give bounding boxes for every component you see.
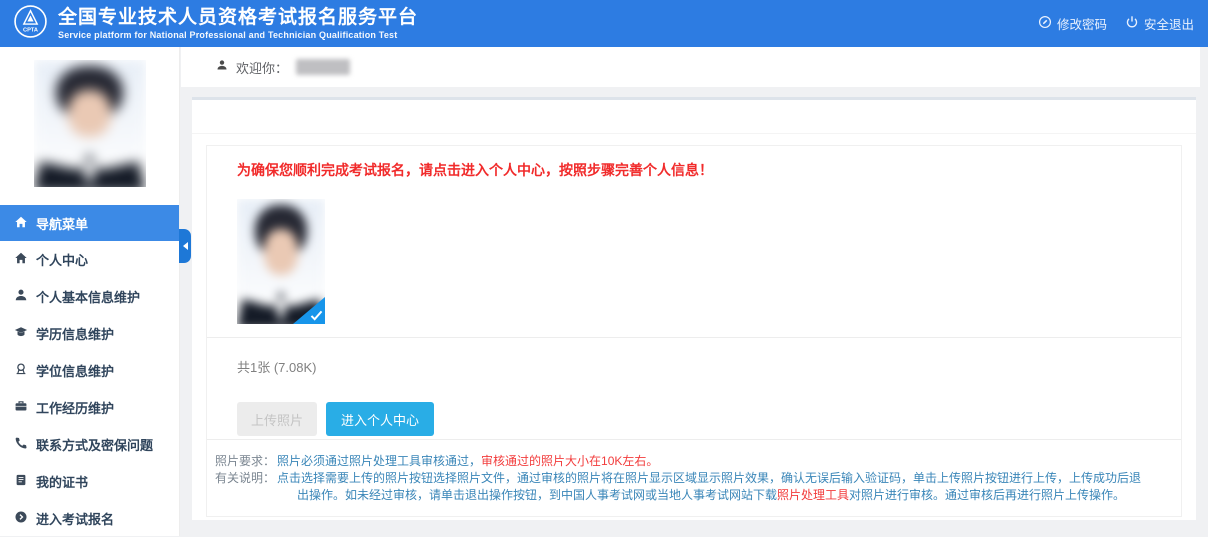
- app-subtitle: Service platform for National Profession…: [58, 30, 418, 40]
- app-header: CPTA 全国专业技术人员资格考试报名服务平台 Service platform…: [0, 0, 1208, 47]
- sidebar-item-label: 联系方式及密保问题: [36, 435, 153, 454]
- enter-arrow-icon: [14, 510, 28, 527]
- upload-photo-button[interactable]: 上传照片: [237, 402, 317, 436]
- username-redacted: [296, 59, 350, 75]
- house-icon: [14, 251, 28, 268]
- header-actions: 修改密码 安全退出: [1038, 14, 1194, 33]
- svg-text:CPTA: CPTA: [23, 27, 38, 33]
- change-password-button[interactable]: 修改密码: [1038, 14, 1107, 33]
- enter-personal-center-button[interactable]: 进入个人中心: [326, 402, 434, 436]
- uploaded-photo-thumbnail[interactable]: [237, 199, 325, 324]
- change-password-label: 修改密码: [1057, 14, 1107, 33]
- home-icon: [14, 215, 28, 232]
- sidebar-item-label: 工作经历维护: [36, 398, 114, 417]
- sidebar-item-education-info[interactable]: 学历信息维护: [0, 315, 179, 352]
- uploaded-photo-blurred: [237, 199, 325, 324]
- photo-count-text: 共1张 (7.08K): [237, 359, 1151, 376]
- sidebar-item-label: 个人中心: [36, 250, 88, 269]
- profile-photo-blurred: [34, 60, 146, 187]
- graduation-cap-icon: [14, 325, 28, 342]
- sidebar-item-label: 我的证书: [36, 472, 88, 491]
- user-icon: [216, 58, 228, 76]
- welcome-label: 欢迎你：: [236, 58, 288, 77]
- sidebar-menu: 导航菜单 个人中心 个人基本信息维护 学历信息维护 学位信息维护 工作经历维护 …: [0, 205, 179, 537]
- briefcase-icon: [14, 399, 28, 416]
- related-notes-row: 有关说明： 点击选择需要上传的照片按钮选择照片文件，通过审核的照片将在照片显示区…: [215, 470, 1151, 504]
- sidebar-item-label: 导航菜单: [36, 214, 88, 233]
- sidebar-item-my-certificates[interactable]: 我的证书: [0, 463, 179, 500]
- sidebar-item-contact-security[interactable]: 联系方式及密保问题: [0, 426, 179, 463]
- app-title: 全国专业技术人员资格考试报名服务平台: [58, 7, 418, 28]
- power-icon: [1125, 15, 1139, 32]
- sidebar-item-label: 学位信息维护: [36, 361, 114, 380]
- panel-header: [192, 100, 1196, 134]
- edit-circle-icon: [1038, 15, 1052, 32]
- sidebar-item-work-experience[interactable]: 工作经历维护: [0, 389, 179, 426]
- sidebar-item-label: 学历信息维护: [36, 324, 114, 343]
- photo-requirement-row: 照片要求： 照片必须通过照片处理工具审核通过，审核通过的照片大小在10K左右。: [215, 453, 1151, 470]
- phone-icon: [14, 436, 28, 453]
- photo-requirement-text: 照片必须通过照片处理工具审核通过，审核通过的照片大小在10K左右。: [277, 453, 1151, 470]
- sidebar-collapse-toggle[interactable]: [179, 229, 191, 263]
- related-notes-text: 点击选择需要上传的照片按钮选择照片文件，通过审核的照片将在照片显示区域显示照片效…: [277, 470, 1151, 504]
- notice-text: 为确保您顺利完成考试报名，请点击进入个人中心，按照步骤完善个人信息！: [237, 161, 1151, 179]
- certificate-icon: [14, 473, 28, 490]
- app-title-block: 全国专业技术人员资格考试报名服务平台 Service platform for …: [58, 7, 418, 40]
- sidebar-item-basic-info[interactable]: 个人基本信息维护: [0, 278, 179, 315]
- cpta-logo-icon: CPTA: [13, 4, 48, 44]
- sidebar-item-label: 进入考试报名: [36, 509, 114, 528]
- welcome-bar: 欢迎你：: [181, 47, 1200, 87]
- logout-label: 安全退出: [1144, 14, 1194, 33]
- sidebar-item-degree-info[interactable]: 学位信息维护: [0, 352, 179, 389]
- button-row: 上传照片 进入个人中心: [237, 402, 1151, 436]
- sidebar-item-nav-menu[interactable]: 导航菜单: [0, 205, 179, 241]
- related-notes-label: 有关说明：: [215, 470, 277, 504]
- person-icon: [14, 288, 28, 305]
- chevron-left-icon: [183, 242, 188, 250]
- sidebar-item-personal-center[interactable]: 个人中心: [0, 241, 179, 278]
- logout-button[interactable]: 安全退出: [1125, 14, 1194, 33]
- sidebar: 导航菜单 个人中心 个人基本信息维护 学历信息维护 学位信息维护 工作经历维护 …: [0, 47, 180, 536]
- profile-photo: [34, 60, 146, 187]
- photo-actions-section: 共1张 (7.08K) 上传照片 进入个人中心: [207, 338, 1181, 440]
- photo-requirement-label: 照片要求：: [215, 453, 277, 470]
- photo-display-section: 为确保您顺利完成考试报名，请点击进入个人中心，按照步骤完善个人信息！: [207, 146, 1181, 338]
- degree-seal-icon: [14, 362, 28, 379]
- photo-panel: 为确保您顺利完成考试报名，请点击进入个人中心，按照步骤完善个人信息！ 共1张 (…: [192, 100, 1196, 520]
- instructions-section: 照片要求： 照片必须通过照片处理工具审核通过，审核通过的照片大小在10K左右。 …: [207, 440, 1181, 516]
- main-content: 欢迎你： 为确保您顺利完成考试报名，请点击进入个人中心，按照步骤完善个人信息！: [181, 47, 1208, 536]
- sidebar-item-label: 个人基本信息维护: [36, 287, 140, 306]
- check-icon: [310, 310, 323, 321]
- sidebar-item-enter-registration[interactable]: 进入考试报名: [0, 500, 179, 537]
- photo-upload-box: 为确保您顺利完成考试报名，请点击进入个人中心，按照步骤完善个人信息！ 共1张 (…: [206, 145, 1182, 517]
